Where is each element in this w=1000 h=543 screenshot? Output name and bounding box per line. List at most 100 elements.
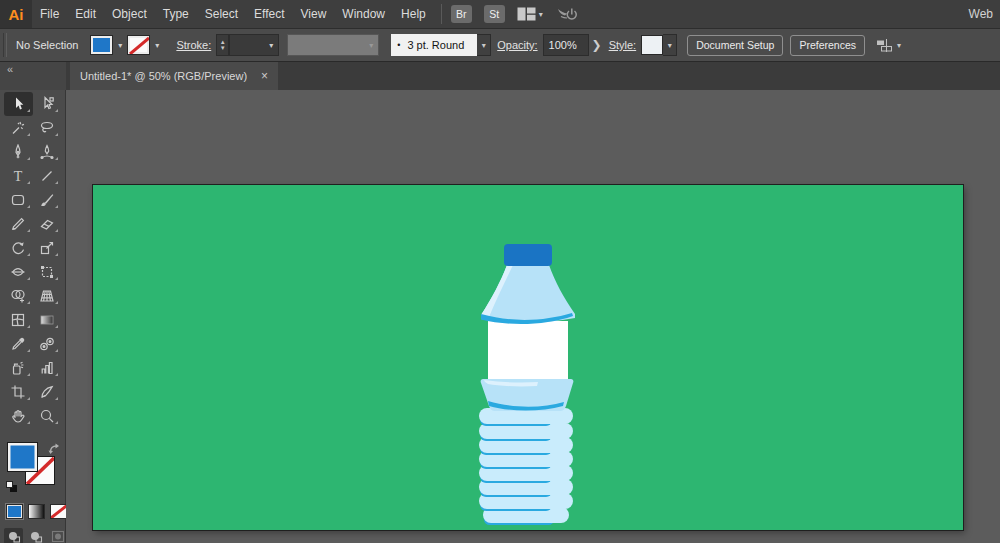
tool-shape-builder[interactable]: [4, 284, 33, 308]
fill-color-chevron[interactable]: ▾: [113, 41, 127, 50]
gradient-tool-icon: [39, 312, 55, 328]
illustrator-logo[interactable]: Ai: [0, 0, 32, 28]
opacity-input[interactable]: 100%: [543, 34, 589, 56]
width-profile-select[interactable]: ▾: [287, 34, 379, 56]
arrange-documents-chevron[interactable]: ▾: [539, 10, 543, 19]
none-mode-button[interactable]: [50, 504, 67, 519]
pen-icon: [10, 144, 26, 160]
document-setup-button[interactable]: Document Setup: [687, 35, 783, 56]
menu-view[interactable]: View: [293, 0, 335, 28]
tool-free-transform[interactable]: [33, 260, 62, 284]
draw-behind-mode[interactable]: [26, 528, 45, 543]
fill-color-swatch[interactable]: [90, 35, 113, 55]
tool-hand[interactable]: [4, 404, 33, 428]
none-slash-icon: [128, 36, 149, 54]
tool-eraser[interactable]: [33, 212, 62, 236]
fill-stroke-controls: [0, 442, 66, 543]
tool-eyedropper[interactable]: [4, 332, 33, 356]
curvature-tool-icon: [39, 144, 55, 160]
style-chevron[interactable]: ▾: [663, 34, 677, 56]
menu-object[interactable]: Object: [104, 0, 155, 28]
align-chevron[interactable]: ▾: [897, 41, 901, 50]
tool-line-segment[interactable]: [33, 164, 62, 188]
opacity-panel-arrow[interactable]: ❯: [592, 38, 602, 52]
style-label[interactable]: Style:: [609, 39, 637, 51]
eyedropper-icon: [10, 336, 26, 352]
menu-type[interactable]: Type: [155, 0, 197, 28]
brush-definition-chevron[interactable]: ▾: [477, 34, 491, 56]
shape-builder-icon: [10, 288, 26, 304]
tool-rectangle[interactable]: [4, 188, 33, 212]
tool-gradient[interactable]: [33, 308, 62, 332]
swap-fill-stroke-icon[interactable]: [48, 443, 61, 455]
tool-blend[interactable]: [33, 332, 62, 356]
stroke-color-swatch[interactable]: [127, 35, 150, 55]
menu-help[interactable]: Help: [393, 0, 434, 28]
tool-curvature[interactable]: [33, 140, 62, 164]
menu-window[interactable]: Window: [334, 0, 393, 28]
draw-normal-mode[interactable]: [4, 528, 23, 543]
tool-pen[interactable]: [4, 140, 33, 164]
tool-scale[interactable]: [33, 236, 62, 260]
tool-rotate[interactable]: [4, 236, 33, 260]
stock-button[interactable]: St: [484, 5, 505, 23]
align-icon[interactable]: [876, 38, 893, 53]
artboard[interactable]: [93, 185, 963, 530]
eraser-icon: [39, 216, 55, 232]
panel-grip[interactable]: [3, 33, 7, 57]
stroke-label[interactable]: Stroke:: [176, 39, 211, 51]
document-tab-title: Untitled-1* @ 50% (RGB/Preview): [80, 70, 247, 82]
menu-edit[interactable]: Edit: [67, 0, 104, 28]
width-tool-icon: [10, 264, 26, 280]
workspace-switcher[interactable]: Web: [969, 7, 993, 21]
color-mode-button[interactable]: [6, 504, 23, 519]
gpu-performance-icon[interactable]: [556, 6, 578, 22]
no-selection-label: No Selection: [16, 39, 78, 51]
tool-symbol-sprayer[interactable]: [4, 356, 33, 380]
direct-selection-tool-icon: [39, 96, 55, 112]
arrange-documents-icon[interactable]: [517, 7, 536, 21]
tool-magic-wand[interactable]: [4, 116, 33, 140]
canvas-pasteboard[interactable]: [66, 90, 1000, 543]
document-tab[interactable]: Untitled-1* @ 50% (RGB/Preview) ×: [70, 62, 278, 90]
default-fill-stroke-icon[interactable]: [6, 481, 18, 493]
menubar-separator: [441, 4, 442, 24]
brush-definition-select[interactable]: •3 pt. Round: [391, 34, 477, 56]
menu-effect[interactable]: Effect: [246, 0, 292, 28]
menu-bar: Ai File Edit Object Type Select Effect V…: [0, 0, 1000, 28]
tool-shaper[interactable]: [4, 212, 33, 236]
stroke-weight-stepper[interactable]: ▲▼: [216, 34, 229, 56]
menu-file[interactable]: File: [32, 0, 67, 28]
tools-panel: T: [0, 90, 66, 543]
tool-artboard[interactable]: [4, 380, 33, 404]
tool-paintbrush[interactable]: [33, 188, 62, 212]
stroke-weight-select[interactable]: ▾: [229, 34, 279, 56]
stroke-color-chevron[interactable]: ▾: [150, 41, 164, 50]
preferences-button[interactable]: Preferences: [790, 35, 865, 56]
tab-close-icon[interactable]: ×: [261, 69, 268, 83]
symbol-sprayer-icon: [10, 360, 26, 376]
rectangle-tool-icon: [10, 192, 26, 208]
blend-tool-icon: [39, 336, 55, 352]
control-bar: No Selection ▾ ▾ Stroke: ▲▼ ▾ ▾ •3 pt. R…: [0, 28, 1000, 62]
tool-width[interactable]: [4, 260, 33, 284]
tool-direct-selection[interactable]: [33, 92, 62, 116]
tool-zoom[interactable]: [33, 404, 62, 428]
fill-proxy[interactable]: [7, 442, 38, 472]
style-swatch[interactable]: [641, 35, 663, 55]
menu-select[interactable]: Select: [197, 0, 246, 28]
tool-type[interactable]: T: [4, 164, 33, 188]
opacity-label[interactable]: Opacity:: [497, 39, 537, 51]
tool-perspective-grid[interactable]: [33, 284, 62, 308]
bridge-button[interactable]: Br: [451, 5, 472, 23]
paintbrush-icon: [39, 192, 55, 208]
tool-mesh[interactable]: [4, 308, 33, 332]
draw-inside-mode[interactable]: [48, 528, 67, 543]
tool-selection[interactable]: [4, 92, 33, 116]
tool-column-graph[interactable]: [33, 356, 62, 380]
panel-collapse-button[interactable]: «: [0, 62, 66, 90]
tab-bar: « Untitled-1* @ 50% (RGB/Preview) ×: [0, 62, 1000, 90]
tool-lasso[interactable]: [33, 116, 62, 140]
gradient-mode-button[interactable]: [28, 504, 45, 519]
tool-slice[interactable]: [33, 380, 62, 404]
